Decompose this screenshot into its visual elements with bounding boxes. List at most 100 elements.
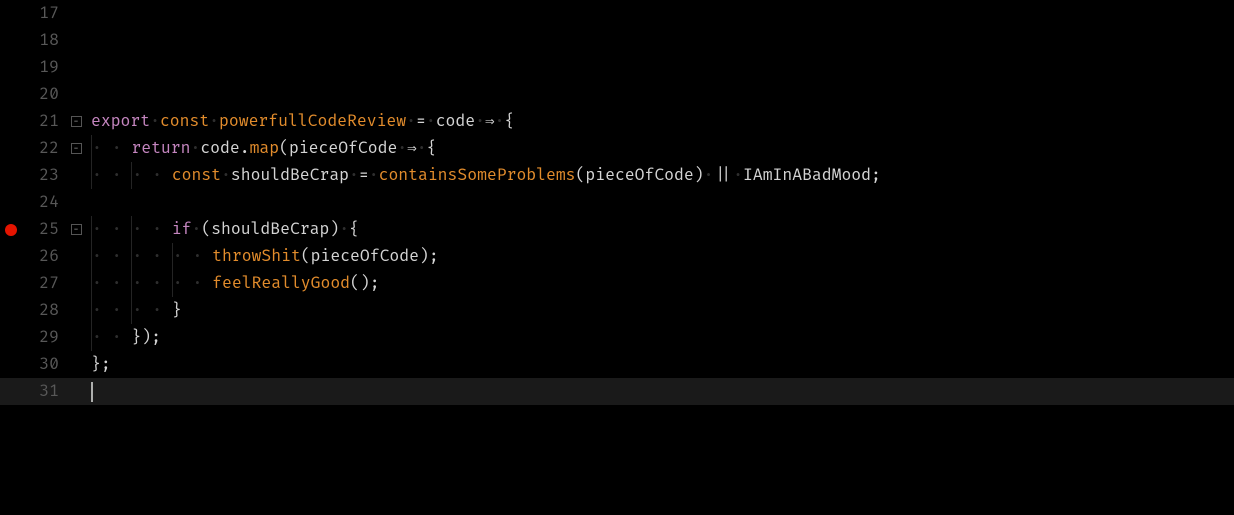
code-content[interactable]: · · · · const·shouldBeCrap·=·containsSom… (85, 162, 881, 189)
code-line[interactable]: 18 (0, 27, 1234, 54)
line-number: 18 (22, 27, 67, 54)
token-kw-const: const (172, 162, 221, 189)
code-line[interactable]: 17 (0, 0, 1234, 27)
indent-guide: · · (131, 162, 171, 189)
line-number: 27 (22, 270, 67, 297)
breakpoint-icon[interactable] (5, 224, 17, 236)
line-number: 30 (22, 351, 67, 378)
code-content[interactable] (85, 27, 91, 54)
token-kw-return: return (131, 135, 190, 162)
code-line[interactable]: 23 · · · · const·shouldBeCrap·=·containsS… (0, 162, 1234, 189)
code-line[interactable]: 22−· · return·code.map(pieceOfCode·⇒·{ (0, 135, 1234, 162)
indent-guide: · · (131, 270, 171, 297)
token-ident: pieceOfCode (585, 162, 693, 189)
token-punct: ( (350, 270, 360, 297)
code-content[interactable] (85, 54, 91, 81)
token-ws: · (733, 162, 743, 189)
indent-guide: · · (91, 297, 131, 324)
code-content[interactable] (85, 81, 91, 108)
token-punct: ) (360, 270, 370, 297)
indent-guide: · · (131, 243, 171, 270)
token-ws: · (349, 162, 359, 189)
token-punct: ) (329, 216, 339, 243)
text-cursor (91, 382, 93, 402)
token-punct: { (427, 135, 437, 162)
fold-toggle-icon[interactable]: − (71, 224, 82, 235)
token-ws: · (221, 162, 231, 189)
token-punct: { (349, 216, 359, 243)
line-number: 21 (22, 108, 67, 135)
code-content[interactable]: · · · · · · feelReallyGood(); (85, 270, 380, 297)
breakpoint-gutter[interactable] (0, 224, 22, 236)
token-method: map (250, 135, 280, 162)
token-ws: · (495, 108, 505, 135)
line-number: 28 (22, 297, 67, 324)
token-op: = (359, 162, 369, 189)
token-op: || (713, 162, 733, 189)
line-number: 24 (22, 189, 67, 216)
code-line[interactable]: 29 · · }); (0, 324, 1234, 351)
fold-toggle-icon[interactable]: − (71, 116, 82, 127)
code-line[interactable]: 20 (0, 81, 1234, 108)
fold-gutter[interactable]: − (67, 143, 85, 154)
code-line[interactable]: 24 (0, 189, 1234, 216)
token-ws: · (397, 135, 407, 162)
indent-guide: · · (91, 324, 131, 351)
code-content[interactable]: · · · · } (85, 297, 182, 324)
code-content[interactable]: · · · · · · throwShit(pieceOfCode); (85, 243, 439, 270)
code-line[interactable]: 31 (0, 378, 1234, 405)
fold-gutter[interactable]: − (67, 116, 85, 127)
fold-gutter[interactable]: − (67, 224, 85, 235)
fold-toggle-icon[interactable]: − (71, 143, 82, 154)
token-ident: IAmInABadMood (743, 162, 871, 189)
token-punct: ; (151, 324, 161, 351)
code-content[interactable] (85, 189, 91, 216)
line-number: 29 (22, 324, 67, 351)
token-param: pieceOfCode (289, 135, 397, 162)
code-content[interactable]: · · }); (85, 324, 161, 351)
token-punct: ) (694, 162, 704, 189)
token-ws: · (209, 108, 219, 135)
token-ws: · (475, 108, 485, 135)
code-line[interactable]: 19 (0, 54, 1234, 81)
code-content[interactable]: }; (85, 351, 111, 378)
code-line[interactable]: 30}; (0, 351, 1234, 378)
line-number: 26 (22, 243, 67, 270)
token-fn-def: powerfullCodeReview (219, 108, 406, 135)
code-content[interactable]: export·const·powerfullCodeReview·=·code·… (85, 108, 514, 135)
code-editor[interactable]: 1718192021−export·const·powerfullCodeRev… (0, 0, 1234, 405)
line-number: 22 (22, 135, 67, 162)
token-kw-const: const (160, 108, 209, 135)
token-ws: · (190, 135, 200, 162)
token-punct: ( (201, 216, 211, 243)
token-ws: · (339, 216, 349, 243)
token-ws: · (704, 162, 714, 189)
token-ws: · (406, 108, 416, 135)
code-line[interactable]: 27 · · · · · · feelReallyGood(); (0, 270, 1234, 297)
token-ws: · (369, 162, 379, 189)
line-number: 19 (22, 54, 67, 81)
code-content[interactable]: · · return·code.map(pieceOfCode·⇒·{ (85, 135, 437, 162)
token-punct: ( (576, 162, 586, 189)
token-ws: · (150, 108, 160, 135)
token-op: = (416, 108, 426, 135)
line-number: 25 (22, 216, 67, 243)
token-fn-call: throwShit (212, 243, 301, 270)
indent-guide: · · (172, 243, 212, 270)
line-number: 17 (22, 0, 67, 27)
line-number: 23 (22, 162, 67, 189)
indent-guide: · · (91, 270, 131, 297)
code-line[interactable]: 25−· · · · if·(shouldBeCrap)·{ (0, 216, 1234, 243)
code-content[interactable]: · · · · if·(shouldBeCrap)·{ (85, 216, 359, 243)
code-line[interactable]: 21−export·const·powerfullCodeReview·=·co… (0, 108, 1234, 135)
code-content[interactable] (85, 378, 93, 405)
code-line[interactable]: 26 · · · · · · throwShit(pieceOfCode); (0, 243, 1234, 270)
token-kw-export: export (91, 108, 150, 135)
token-punct: } (172, 297, 182, 324)
token-punct: . (240, 135, 250, 162)
indent-guide: · · (91, 135, 131, 162)
token-arrow: ⇒ (485, 108, 495, 135)
code-content[interactable] (85, 0, 91, 27)
token-punct: ; (429, 243, 439, 270)
code-line[interactable]: 28 · · · · } (0, 297, 1234, 324)
